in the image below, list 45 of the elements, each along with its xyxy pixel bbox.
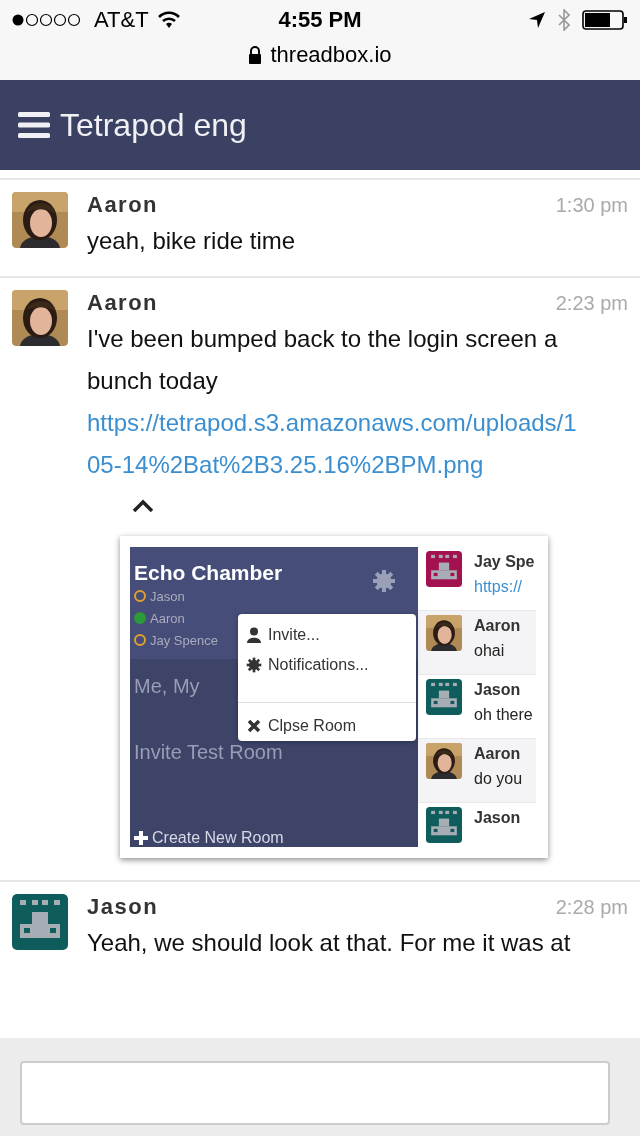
- member-name: Jay Spence: [150, 632, 218, 648]
- carrier-name: AT&T: [94, 7, 149, 33]
- menu-icon[interactable]: [18, 112, 50, 138]
- author-name: Jay Spe: [474, 552, 535, 572]
- author-name: Jason: [87, 894, 159, 920]
- member-name: Aaron: [150, 610, 185, 626]
- bluetooth-icon: [558, 9, 570, 31]
- member-name: Jason: [150, 588, 185, 604]
- lock-icon: [248, 46, 263, 64]
- author-name: Aaron: [474, 616, 521, 636]
- gear-icon: [246, 657, 262, 673]
- menu-item[interactable]: Invite...: [238, 620, 416, 650]
- author-name: Jason: [474, 680, 522, 700]
- room-title: Echo Chamber: [134, 561, 283, 585]
- message-text: I've been bumped back to the login screen a bunch today: [87, 324, 559, 396]
- message-text: do you: [474, 769, 523, 789]
- page-url: threadbox.io: [270, 42, 392, 68]
- attachment-link[interactable]: 05-14%2Bat%2B3.25.16%2BPM.png: [87, 444, 628, 486]
- message-time: 1:30 pm: [555, 194, 628, 217]
- message-text: yeah, bike ride time: [87, 226, 297, 256]
- author-name: Jason: [474, 808, 521, 828]
- create-room-link[interactable]: Create New Room: [152, 829, 284, 847]
- menu-item[interactable]: Clpse Room: [238, 711, 416, 741]
- plus-icon: [134, 831, 148, 845]
- menu-item[interactable]: Notifications...: [238, 650, 416, 680]
- channel-title: Tetrapod eng: [60, 106, 247, 144]
- settings-icon[interactable]: [372, 569, 396, 593]
- message-text: ohai: [474, 641, 506, 661]
- author-name: Aaron: [474, 744, 522, 764]
- attachment-link[interactable]: https://tetrapod.s3.amazonaws.com/uploads/1: [87, 402, 628, 444]
- author-name: Aaron: [87, 290, 159, 316]
- location-arrow-icon: [528, 11, 546, 29]
- battery-icon: [582, 10, 628, 30]
- message-time: 2:23 pm: [555, 292, 628, 315]
- message-time: 2:28 pm: [555, 896, 628, 919]
- close-icon: [246, 718, 262, 734]
- message-text: Yeah, we should look at that. For me it was at: [87, 928, 572, 958]
- clock-time: 4:55 PM: [278, 7, 362, 33]
- message-text: https://: [474, 577, 524, 597]
- author-name: Aaron: [87, 192, 159, 218]
- wifi-icon: [156, 11, 181, 29]
- message-text: oh there: [474, 705, 533, 725]
- caret-icon[interactable]: [131, 498, 155, 514]
- person-icon: [246, 627, 262, 643]
- message-input[interactable]: [20, 1061, 610, 1125]
